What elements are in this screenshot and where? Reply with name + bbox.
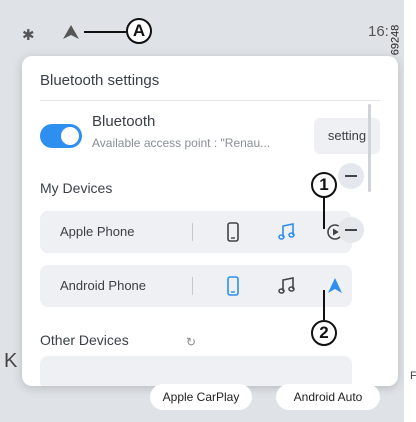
access-point-text: Available access point : "Renau... xyxy=(92,136,271,150)
phone-icon[interactable] xyxy=(220,219,246,245)
refresh-icon[interactable]: ↻ xyxy=(186,335,196,349)
music-icon[interactable] xyxy=(274,219,300,245)
callout-2: 2 xyxy=(311,320,337,346)
callout-leader-line xyxy=(84,31,126,33)
bluetooth-label: Bluetooth xyxy=(92,113,156,130)
bottom-bar: Apple CarPlay Android Auto xyxy=(0,378,404,422)
android-auto-icon[interactable] xyxy=(62,24,80,40)
device-name: Android Phone xyxy=(60,278,147,293)
callout-a: A xyxy=(126,18,152,44)
android-auto-icon[interactable] xyxy=(322,273,348,299)
scrollbar[interactable] xyxy=(368,104,371,192)
callout-1: 1 xyxy=(311,172,337,198)
other-devices-heading: Other Devices xyxy=(40,332,129,348)
separator xyxy=(192,277,193,295)
device-row-android-phone[interactable]: Android Phone xyxy=(40,265,352,307)
device-name: Apple Phone xyxy=(60,224,135,239)
document-reference: 69248 xyxy=(389,4,416,74)
separator xyxy=(192,223,193,241)
bluetooth-toggle[interactable] xyxy=(40,124,82,148)
device-row-apple-phone[interactable]: Apple Phone xyxy=(40,211,352,253)
remove-device-button[interactable] xyxy=(338,217,364,243)
bluetooth-icon: ✱ xyxy=(22,27,35,44)
android-auto-button[interactable]: Android Auto xyxy=(276,384,380,410)
panel-title: Bluetooth settings xyxy=(40,72,160,89)
music-icon[interactable] xyxy=(274,273,300,299)
callout-leader-line xyxy=(323,196,325,229)
phone-icon[interactable] xyxy=(220,273,246,299)
left-edge-glyph: K xyxy=(4,350,18,372)
my-devices-heading: My Devices xyxy=(40,180,113,196)
callout-leader-line xyxy=(323,290,325,320)
remove-device-button[interactable] xyxy=(338,163,364,189)
toggle-knob xyxy=(61,127,79,145)
status-bar: ✱ A 16: xyxy=(0,0,404,62)
divider xyxy=(40,100,380,101)
document-reference-number: 69248 xyxy=(389,24,402,56)
right-edge-glyph: F xyxy=(410,370,416,382)
clock: 16: xyxy=(368,23,389,40)
apple-carplay-button[interactable]: Apple CarPlay xyxy=(150,384,252,410)
screen: ✱ A 16: Bluetooth settings Bluetooth Ava… xyxy=(0,0,404,422)
